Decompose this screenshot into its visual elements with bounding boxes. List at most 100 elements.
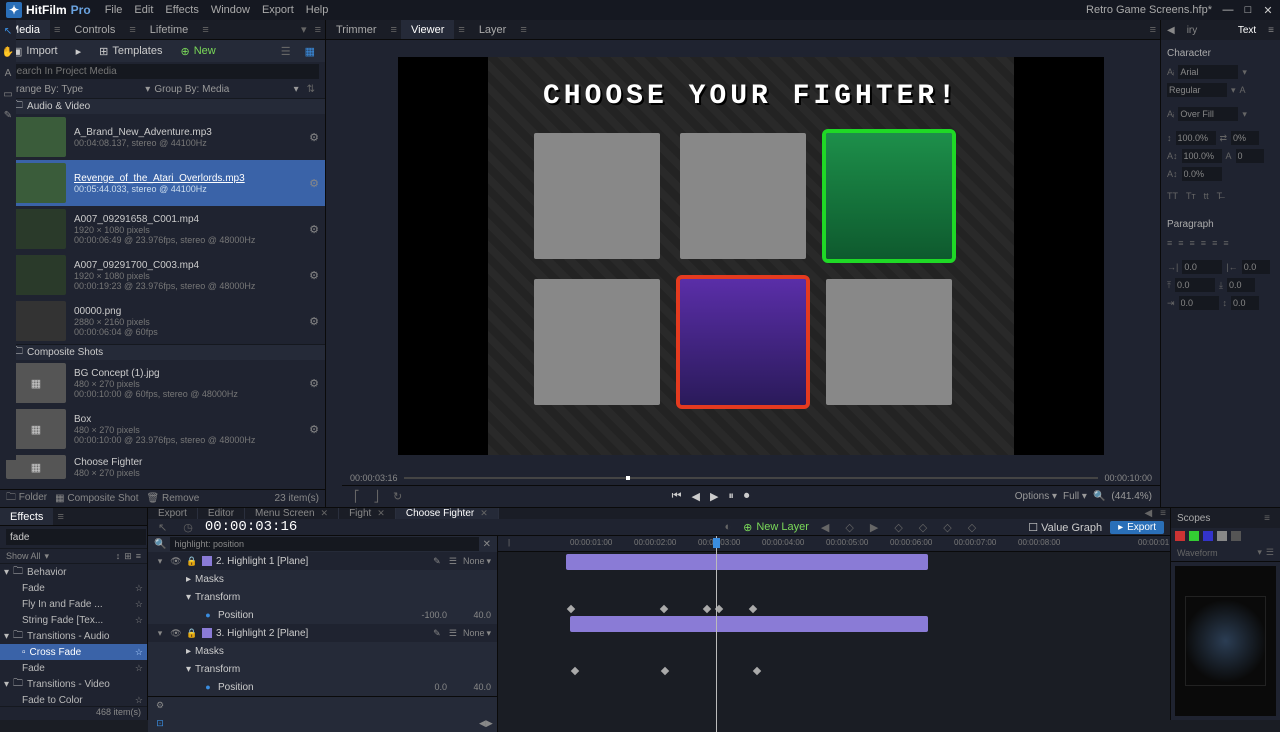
position-y-value[interactable]: 40.0: [451, 682, 491, 692]
effects-item[interactable]: Fade to Color☆: [0, 692, 147, 706]
shape-tool-icon[interactable]: ▭: [3, 89, 12, 100]
tab-trimmer[interactable]: Trimmer: [326, 20, 387, 39]
panel-menu-icon[interactable]: ≡: [1156, 508, 1170, 519]
scroll-h-icon[interactable]: ◀▶: [479, 718, 491, 729]
playhead[interactable]: [716, 536, 717, 732]
gear-icon[interactable]: ⚙: [309, 315, 319, 328]
media-item[interactable]: ▦ Choose Fighter 480 × 270 pixels: [0, 452, 325, 482]
kf-tool-icon[interactable]: ◇: [964, 521, 980, 534]
kf-tool-icon[interactable]: ◇: [915, 521, 931, 534]
leading-input[interactable]: [1231, 296, 1259, 310]
value-graph-toggle[interactable]: ☐ Value Graph: [1028, 521, 1102, 534]
effects-item[interactable]: ▫Cross Fade☆: [0, 644, 147, 660]
scrub-handle[interactable]: [626, 476, 630, 480]
menu-export[interactable]: Export: [262, 4, 294, 16]
new-layer-button[interactable]: ⊕ New Layer: [743, 521, 809, 534]
in-point-icon[interactable]: ⎡: [350, 490, 364, 503]
tab-history[interactable]: iry: [1181, 25, 1204, 36]
scope-mode-icon[interactable]: [1231, 531, 1241, 541]
effects-search-input[interactable]: [6, 529, 146, 545]
favorite-icon[interactable]: ☆: [135, 599, 143, 610]
media-item[interactable]: A007_09291700_C003.mp4 1920 × 1080 pixel…: [0, 252, 325, 298]
out-point-icon[interactable]: ⎦: [370, 490, 384, 503]
import-play-button[interactable]: ▸: [70, 42, 88, 60]
panel-menu-icon[interactable]: ≡: [311, 24, 325, 36]
gear-icon[interactable]: ⚙: [309, 377, 319, 390]
media-item[interactable]: Revenge_of_the_Atari_Overlords.mp3 00:05…: [0, 160, 325, 206]
tab-grip-icon[interactable]: ≡: [454, 24, 468, 36]
timeline-ruler[interactable]: | 00:00:01:00 00:00:02:00 00:00:03:00 00…: [498, 536, 1170, 552]
layer-row[interactable]: ▾ 👁 🔒 3. Highlight 2 [Plane] ✎ ☰ None ▾: [148, 624, 497, 642]
layer-row[interactable]: ▾ 👁 🔒 2. Highlight 1 [Plane] ✎ ☰ None ▾: [148, 552, 497, 570]
viewer-canvas[interactable]: CHOOSE YOUR FIGHTER!: [398, 57, 1104, 455]
scale-v-input[interactable]: [1176, 131, 1216, 145]
case-lower-icon[interactable]: tt: [1204, 191, 1209, 201]
keyframe[interactable]: [661, 667, 669, 675]
keyframe-toggle-icon[interactable]: ●: [202, 682, 214, 692]
scale-h-input[interactable]: [1182, 149, 1222, 163]
collapse-icon[interactable]: ▾: [4, 567, 9, 578]
minimize-icon[interactable]: —: [1222, 4, 1234, 17]
property-row[interactable]: ▸ Masks: [148, 570, 497, 588]
visibility-icon[interactable]: 👁: [170, 556, 182, 567]
track-input[interactable]: [1236, 149, 1264, 163]
view-grid-icon[interactable]: ▦: [301, 45, 319, 58]
space-after-input[interactable]: [1227, 278, 1255, 292]
kf-tool-icon[interactable]: ◇: [890, 521, 906, 534]
edit-icon[interactable]: ✎: [431, 556, 443, 567]
stop-icon[interactable]: ⏺: [744, 490, 750, 503]
property-row[interactable]: ● Position -100.0 40.0: [148, 606, 497, 624]
panel-menu-icon[interactable]: ▾: [297, 23, 311, 36]
tab-grip-icon[interactable]: ≡: [387, 24, 401, 36]
tab-controls[interactable]: Controls: [64, 20, 125, 39]
keyframe-toggle-icon[interactable]: ●: [202, 610, 214, 620]
export-button[interactable]: ▸ Export: [1110, 521, 1164, 534]
arrange-by-select[interactable]: Arrange By: Type ▾: [6, 84, 150, 95]
align-right-icon[interactable]: ≡: [1190, 238, 1195, 248]
tab-fight[interactable]: Fight✕: [339, 508, 396, 519]
tab-layer[interactable]: Layer: [469, 20, 517, 39]
section-composite-shots[interactable]: ▾ 🗀 Composite Shots: [0, 344, 325, 360]
panel-menu-icon[interactable]: ≡: [1260, 513, 1274, 524]
chevron-down-icon[interactable]: ▾: [45, 551, 50, 562]
media-item[interactable]: A_Brand_New_Adventure.mp3 00:04:08.137, …: [0, 114, 325, 160]
tab-scopes[interactable]: Scopes: [1177, 513, 1210, 524]
kf-tool-icon[interactable]: ◇: [939, 521, 955, 534]
fx-icon[interactable]: ☰: [447, 628, 459, 639]
group-by-select[interactable]: Group By: Media ▾: [154, 84, 298, 95]
gear-icon[interactable]: ⚙: [309, 177, 319, 190]
keyframe[interactable]: [660, 605, 668, 613]
blend-mode-select[interactable]: None ▾: [463, 556, 491, 567]
keyframe[interactable]: [749, 605, 757, 613]
tab-grip-icon[interactable]: ≡: [198, 24, 212, 36]
indent-right-input[interactable]: [1242, 260, 1270, 274]
sort-icon[interactable]: ↕: [116, 551, 121, 561]
effects-folder[interactable]: ▾🗀Behavior: [0, 564, 147, 580]
strikethrough-icon[interactable]: T̶: [1217, 191, 1223, 201]
effects-item[interactable]: Fly In and Fade ...☆: [0, 596, 147, 612]
gear-icon[interactable]: ⚙: [309, 423, 319, 436]
view-list-icon[interactable]: ☰: [277, 45, 295, 58]
sort-icon[interactable]: ⇅: [303, 84, 319, 95]
property-row[interactable]: ▾ Transform: [148, 588, 497, 606]
position-y-value[interactable]: 40.0: [451, 610, 491, 620]
blend-mode-select[interactable]: None ▾: [463, 628, 491, 639]
tab-close-icon[interactable]: ✕: [480, 508, 488, 519]
favorite-icon[interactable]: ☆: [135, 615, 143, 626]
go-start-icon[interactable]: ⏮: [672, 490, 682, 503]
scope-luma-icon[interactable]: [1217, 531, 1227, 541]
timecode-display[interactable]: 00:00:03:16: [205, 519, 297, 535]
scope-green-icon[interactable]: [1189, 531, 1199, 541]
lock-icon[interactable]: 🔒: [186, 556, 198, 567]
effects-folder[interactable]: ▾🗀Transitions - Video: [0, 676, 147, 692]
favorite-icon[interactable]: ☆: [135, 583, 143, 594]
keyframe[interactable]: [753, 667, 761, 675]
options-dropdown[interactable]: Options ▾: [1015, 491, 1057, 502]
add-kf-icon[interactable]: ◇: [841, 521, 857, 534]
collapse-icon[interactable]: ▾: [4, 631, 9, 642]
tab-export[interactable]: Export: [148, 508, 198, 519]
gear-icon[interactable]: ⚙: [309, 131, 319, 144]
effects-item[interactable]: Fade☆: [0, 580, 147, 596]
gear-icon[interactable]: ⚙: [309, 269, 319, 282]
stopwatch-icon[interactable]: ◷: [179, 521, 197, 534]
